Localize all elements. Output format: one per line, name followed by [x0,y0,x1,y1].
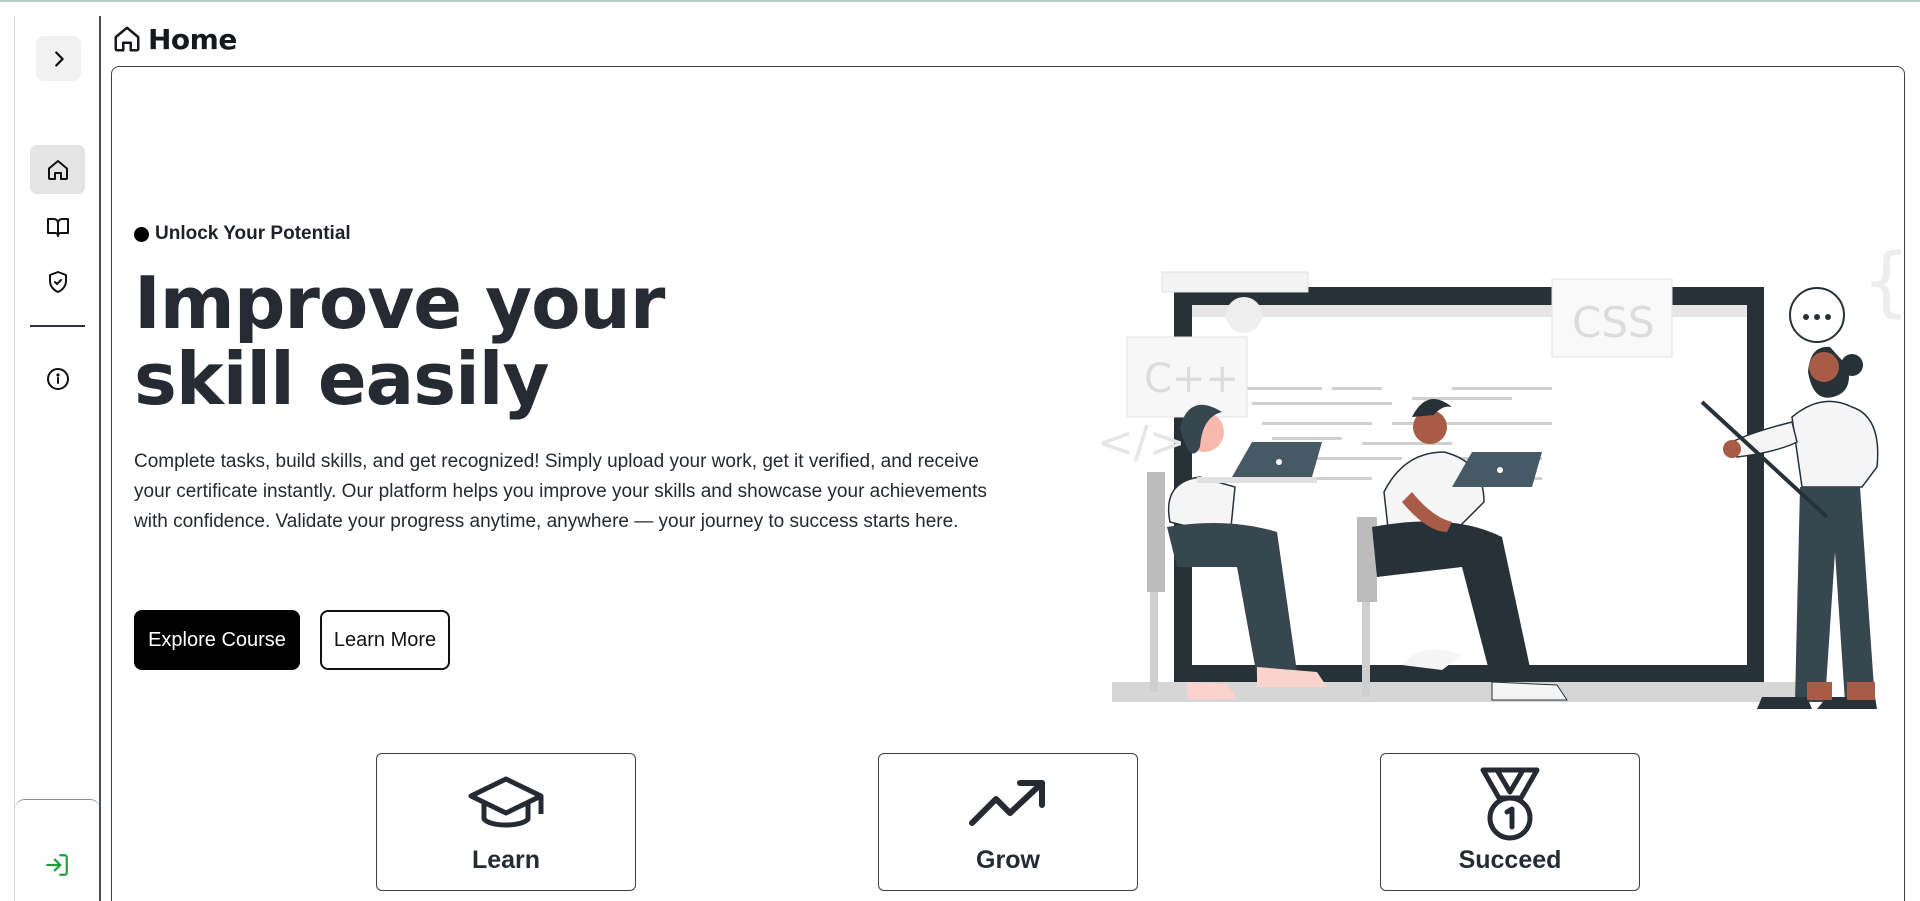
home-icon [47,159,68,180]
explore-course-button[interactable]: Explore Course [134,610,300,670]
sidebar-toggle-button[interactable] [36,36,81,81]
feature-label-grow: Grow [976,846,1040,874]
tagline-text: Unlock Your Potential [155,223,351,244]
page-header: Home [112,22,237,56]
log-in-icon [46,854,68,876]
sidebar-divider [30,325,85,327]
feature-card-succeed[interactable]: Succeed [1380,753,1640,891]
hero-illustration: C++ CSS </> { } [1097,236,1920,709]
sidebar-item-home[interactable] [30,145,85,194]
feature-label-succeed: Succeed [1458,846,1562,874]
sidebar [14,16,101,901]
hero-title-strong: Improve [134,261,462,345]
illustration-label-tag: </> [1097,417,1186,468]
hero-description: Complete tasks, build skills, and get re… [134,451,987,532]
illustration-label-cpp: C++ [1144,356,1239,402]
trending-up-icon [969,780,1045,826]
feature-card-learn[interactable]: Learn [376,753,636,891]
sidebar-footer [15,799,100,901]
hero-section: Unlock Your Potential Improve your skill… [134,223,1014,537]
feature-label-learn: Learn [471,846,541,874]
illustration-label-css: CSS [1572,298,1655,347]
login-button[interactable] [37,845,77,885]
hero-title: Improve your skill easily [134,265,1014,417]
page-title: Home [148,22,237,56]
sidebar-item-courses[interactable] [30,202,85,251]
sidebar-item-about[interactable] [30,354,85,403]
feature-card-grow[interactable]: Grow [878,753,1138,891]
home-icon [114,26,140,52]
hero-actions: Explore Course Learn More [134,610,450,670]
hero-title-rest: your [461,261,665,345]
learn-more-button[interactable]: Learn More [320,610,450,670]
shield-check-icon [48,270,67,293]
tagline: Unlock Your Potential [134,223,1014,245]
bullet-dot [134,226,149,242]
book-open-icon [46,217,69,237]
graduation-cap-icon [468,776,544,828]
info-icon [46,367,69,390]
chevron-right-icon [54,50,64,67]
medal-icon [1480,767,1540,841]
illustration-label-braces: { } [1862,236,1920,325]
top-border [0,0,1920,2]
sidebar-item-verification[interactable] [30,257,85,306]
hero-title-line2: skill easily [134,337,549,421]
main-content: Unlock Your Potential Improve your skill… [111,66,1920,901]
